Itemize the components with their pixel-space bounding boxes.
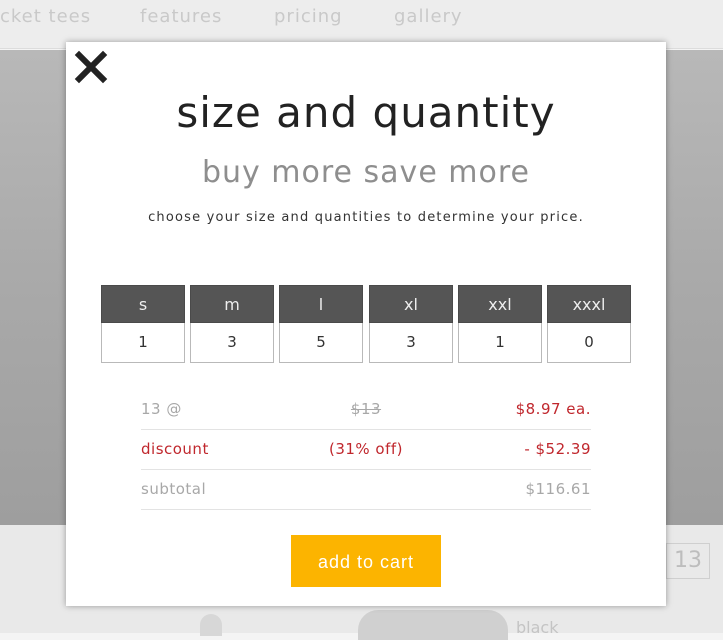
close-icon[interactable] xyxy=(74,50,108,84)
size-label: xl xyxy=(369,285,453,323)
nav-item-pocket-tees[interactable]: cket tees xyxy=(0,6,91,27)
total-quantity-label: 13 @ xyxy=(141,400,182,418)
size-column-xxl: xxl 1 xyxy=(458,285,542,363)
discount-row: discount (31% off) - $52.39 xyxy=(141,430,591,470)
unit-price-row: 13 @ $13 $8.97 ea. xyxy=(141,390,591,430)
price-summary-table: 13 @ $13 $8.97 ea. discount (31% off) - … xyxy=(141,390,591,510)
modal-subtitle: buy more save more xyxy=(201,155,531,190)
modal-title: size and quantity xyxy=(176,88,556,137)
quantity-input-xl[interactable]: 3 xyxy=(369,323,453,363)
discounted-unit-price: $8.97 ea. xyxy=(515,400,591,418)
size-label: s xyxy=(101,285,185,323)
size-label: xxl xyxy=(458,285,542,323)
quantity-input-m[interactable]: 3 xyxy=(190,323,274,363)
quantity-input-l[interactable]: 5 xyxy=(279,323,363,363)
nav-item-features[interactable]: features xyxy=(140,6,222,27)
size-quantity-modal: size and quantity buy more save more cho… xyxy=(66,42,666,606)
size-column-xxxl: xxxl 0 xyxy=(547,285,631,363)
subtotal-row: subtotal $116.61 xyxy=(141,470,591,510)
original-price: $13 xyxy=(350,400,382,418)
size-label: l xyxy=(279,285,363,323)
size-column-m: m 3 xyxy=(190,285,274,363)
subtotal-value: $116.61 xyxy=(525,480,591,498)
add-to-cart-button[interactable]: add to cart xyxy=(291,535,441,587)
discount-label: discount xyxy=(141,440,209,458)
background-color-label: black xyxy=(516,618,559,637)
size-column-l: l 5 xyxy=(279,285,363,363)
modal-instructions: choose your size and quantities to deter… xyxy=(148,210,584,225)
discount-percent: (31% off) xyxy=(328,440,404,458)
quantity-input-xxxl[interactable]: 0 xyxy=(547,323,631,363)
nav-item-gallery[interactable]: gallery xyxy=(394,6,463,27)
nav-item-pricing[interactable]: pricing xyxy=(274,6,343,27)
background-shirt-image xyxy=(358,610,508,640)
subtotal-label: subtotal xyxy=(141,480,207,498)
size-column-xl: xl 3 xyxy=(369,285,453,363)
discount-amount: - $52.39 xyxy=(524,440,591,458)
size-column-s: s 1 xyxy=(101,285,185,363)
quantity-input-xxl[interactable]: 1 xyxy=(458,323,542,363)
size-label: xxxl xyxy=(547,285,631,323)
quantity-input-s[interactable]: 1 xyxy=(101,323,185,363)
size-quantity-grid: s 1 m 3 l 5 xl 3 xxl 1 xxxl 0 xyxy=(101,285,631,365)
background-quantity-box: 13 xyxy=(666,543,710,579)
size-label: m xyxy=(190,285,274,323)
